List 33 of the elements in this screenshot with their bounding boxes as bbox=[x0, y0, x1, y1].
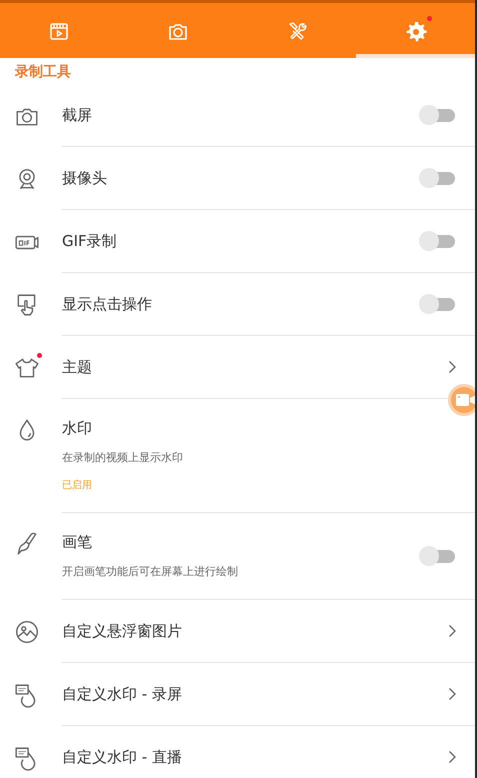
row-title: 自定义水印 - 录屏 bbox=[62, 684, 183, 704]
row-title: 摄像头 bbox=[62, 168, 108, 188]
chevron-icon bbox=[448, 360, 457, 374]
toggle-switch[interactable] bbox=[419, 294, 455, 314]
status-text: 已启用 bbox=[62, 478, 93, 492]
image-icon bbox=[14, 618, 40, 644]
row-title: 截屏 bbox=[62, 106, 93, 124]
toggle-switch[interactable] bbox=[419, 168, 455, 188]
settings-row[interactable]: 自定义悬浮窗图片 bbox=[0, 600, 475, 663]
section-title: 录制工具 bbox=[14, 63, 72, 82]
chevron-icon bbox=[448, 687, 457, 701]
chevron-icon bbox=[448, 624, 457, 638]
settings-row[interactable]: GIF录制 bbox=[0, 210, 475, 273]
row-title: 自定义水印 - 直播 bbox=[62, 748, 183, 766]
floating-record-button[interactable] bbox=[448, 384, 475, 416]
row-title: 主题 bbox=[62, 358, 93, 376]
settings-row[interactable]: 画笔 开启画笔功能后可在屏幕上进行绘制 bbox=[0, 513, 475, 600]
toggle-switch[interactable] bbox=[419, 231, 455, 251]
chevron-icon bbox=[448, 750, 457, 764]
settings-row[interactable]: 自定义水印 - 直播 bbox=[0, 726, 475, 778]
settings-row[interactable]: 显示点击操作 bbox=[0, 273, 475, 336]
toggle-switch[interactable] bbox=[419, 105, 455, 125]
settings-row[interactable]: 截屏 bbox=[0, 84, 475, 147]
row-title: 显示点击操作 bbox=[62, 294, 153, 314]
toggle-switch[interactable] bbox=[419, 546, 455, 566]
row-title: 水印 bbox=[62, 419, 93, 438]
row-title: 画笔 bbox=[62, 533, 93, 552]
row-description: 在录制的视频上显示水印 bbox=[62, 450, 184, 465]
settings-row[interactable]: 摄像头 bbox=[0, 147, 475, 210]
settings-row[interactable]: 自定义水印 - 录屏 bbox=[0, 663, 475, 726]
row-title: GIF录制 bbox=[62, 232, 118, 250]
row-title: 自定义悬浮窗图片 bbox=[62, 622, 183, 640]
row-description: 开启画笔功能后可在屏幕上进行绘制 bbox=[62, 564, 239, 579]
